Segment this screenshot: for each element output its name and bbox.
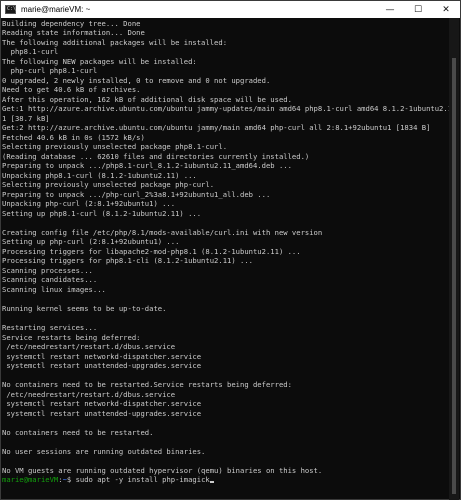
terminal-line: No containers need to be restarted. xyxy=(2,427,154,437)
terminal-line: systemctl restart networkd-dispatcher.se… xyxy=(2,399,202,409)
terminal-line: /etc/needrestart/restart.d/dbus.service xyxy=(2,342,176,352)
terminal-app-icon: C:\ xyxy=(5,5,16,14)
vertical-scrollbar[interactable] xyxy=(449,18,459,500)
terminal-line: Unpacking php-curl (2:8.1+92ubuntu1) ... xyxy=(2,199,176,209)
terminal-line: Get:2 http://azure.archive.ubuntu.com/ub… xyxy=(2,123,431,133)
terminal-line: After this operation, 162 kB of addition… xyxy=(2,94,292,104)
terminal-line: systemctl restart unattended-upgrades.se… xyxy=(2,408,202,418)
prompt-user: marie@marieVM xyxy=(2,475,59,485)
terminal-line: The following additional packages will b… xyxy=(2,37,228,47)
title-bar[interactable]: C:\ marie@marieVM: ~ — ☐ ✕ xyxy=(1,1,460,18)
terminal-line: Fetched 40.6 kB in 0s (1572 kB/s) xyxy=(2,132,145,142)
terminal-line: Scanning linux images... xyxy=(2,284,106,294)
close-button[interactable]: ✕ xyxy=(432,1,460,18)
terminal-line: Creating config file /etc/php/8.1/mods-a… xyxy=(2,227,323,237)
text-cursor xyxy=(209,481,214,484)
terminal-line: Restarting services... xyxy=(2,323,98,332)
command-input[interactable]: sudo apt -y install php-imagick xyxy=(76,475,210,484)
terminal-window: C:\ marie@marieVM: ~ — ☐ ✕ Building depe… xyxy=(0,0,461,500)
terminal-line: Selecting previously unselected package … xyxy=(2,180,215,190)
terminal-line: Unpacking php8.1-curl (8.1.2-1ubuntu2.11… xyxy=(2,170,197,180)
terminal-line: Preparing to unpack .../php8.1-curl_8.1.… xyxy=(2,161,292,171)
minimize-button[interactable]: — xyxy=(376,1,404,18)
terminal-app-icon-glyph: C:\ xyxy=(7,6,17,12)
terminal-line: Processing triggers for libapache2-mod-p… xyxy=(2,246,301,256)
terminal-line: systemctl restart unattended-upgrades.se… xyxy=(2,361,202,371)
terminal-line: 1 [38.7 kB] xyxy=(2,113,50,123)
terminal-line: Building dependency tree... Done xyxy=(2,18,141,28)
prompt-line[interactable]: marie@marieVM:~$ sudo apt -y install php… xyxy=(2,475,450,485)
terminal-line: Get:1 http://azure.archive.ubuntu.com/ub… xyxy=(2,104,450,114)
terminal-line: Need to get 40.6 kB of archives. xyxy=(2,85,141,95)
terminal-line: No VM guests are running outdated hyperv… xyxy=(2,465,323,475)
terminal-line: php8.1-curl xyxy=(2,47,59,57)
terminal-line: Scanning candidates... xyxy=(2,275,98,285)
window-title: marie@marieVM: ~ xyxy=(21,5,91,14)
terminal-line: (Reading database ... 62610 files and di… xyxy=(2,151,310,161)
terminal-line: The following NEW packages will be insta… xyxy=(2,56,197,66)
terminal-line: No containers need to be restarted.Servi… xyxy=(2,380,292,390)
terminal-line: /etc/needrestart/restart.d/dbus.service xyxy=(2,389,176,399)
terminal-output[interactable]: Building dependency tree... Done Reading … xyxy=(2,18,450,500)
terminal-line: Reading state information... Done xyxy=(2,28,145,38)
terminal-line: Scanning processes... xyxy=(2,265,93,275)
terminal-line: Preparing to unpack .../php-curl_2%3a8.1… xyxy=(2,189,271,199)
maximize-button[interactable]: ☐ xyxy=(404,1,432,18)
terminal-line: No user sessions are running outdated bi… xyxy=(2,446,206,456)
terminal-line: 0 upgraded, 2 newly installed, 0 to remo… xyxy=(2,75,271,85)
terminal-line: Setting up php8.1-curl (8.1.2-1ubuntu2.1… xyxy=(2,208,202,218)
terminal-line: Running kernel seems to be up-to-date. xyxy=(2,303,167,313)
terminal-line: Setting up php-curl (2:8.1+92ubuntu1) ..… xyxy=(2,237,180,247)
window-controls: — ☐ ✕ xyxy=(376,1,460,18)
prompt-symbol: $ xyxy=(66,475,76,485)
terminal-line: Processing triggers for php8.1-cli (8.1.… xyxy=(2,256,253,266)
terminal-line: systemctl restart networkd-dispatcher.se… xyxy=(2,351,202,361)
scrollbar-thumb[interactable] xyxy=(452,58,456,494)
terminal-line: php-curl php8.1-curl xyxy=(2,66,98,76)
terminal-line: Selecting previously unselected package … xyxy=(2,142,228,152)
terminal-line: Service restarts being deferred: xyxy=(2,332,141,342)
